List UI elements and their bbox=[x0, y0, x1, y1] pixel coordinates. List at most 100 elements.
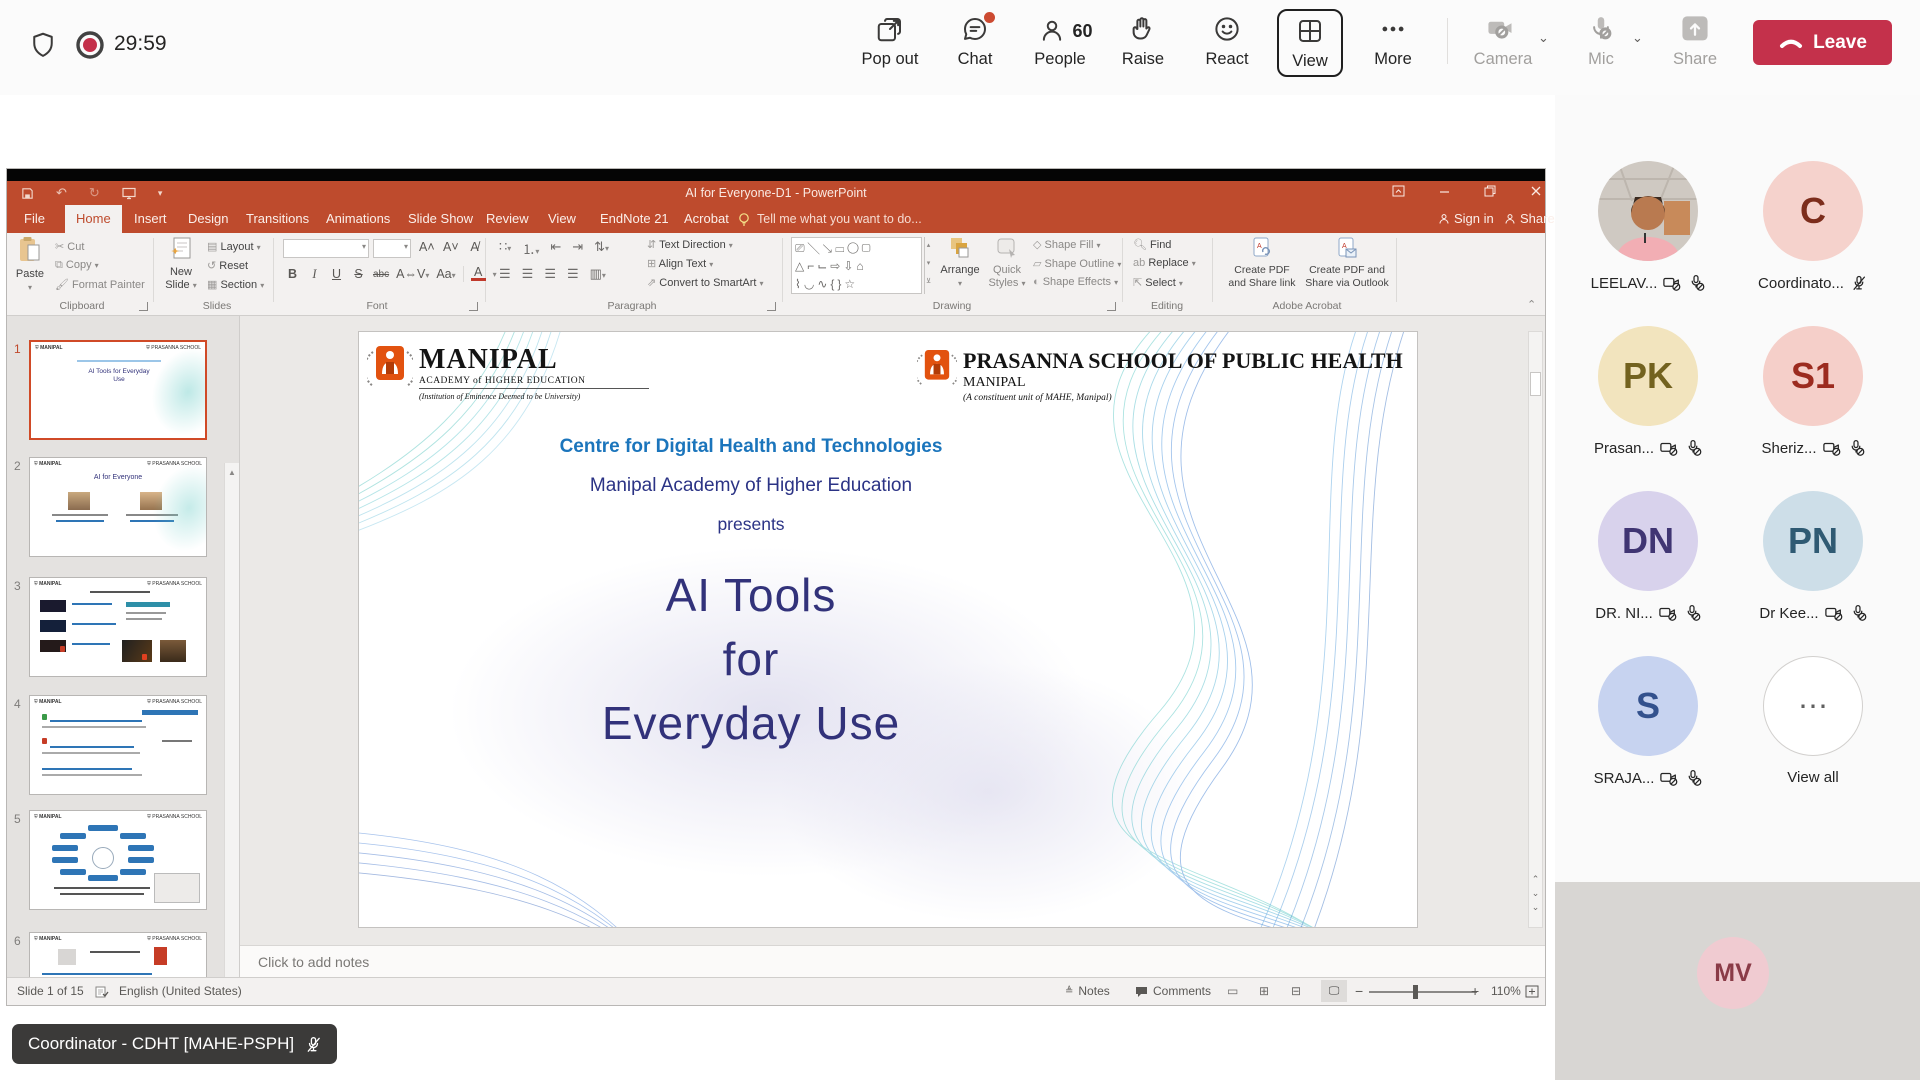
spellcheck-icon[interactable] bbox=[95, 985, 109, 998]
mic-button[interactable]: Mic bbox=[1566, 9, 1636, 81]
tell-me-box[interactable]: Tell me what you want to do... bbox=[757, 205, 922, 233]
participant-tile[interactable]: S1 Sheriz... bbox=[1743, 326, 1883, 457]
character-spacing-icon[interactable]: A⇔V▾ bbox=[396, 267, 429, 281]
zoom-slider-thumb[interactable] bbox=[1413, 985, 1418, 999]
numbering-icon[interactable]: ⒈▾ bbox=[522, 239, 539, 258]
reading-view-button[interactable]: ⊟ bbox=[1291, 978, 1301, 1005]
grow-font-icon[interactable]: A˄ bbox=[419, 240, 435, 254]
select-button[interactable]: ⇱ Select ▾ bbox=[1133, 276, 1183, 289]
shapes-gallery-scroll[interactable]: ▴▾⊻ bbox=[924, 237, 932, 294]
tab-home[interactable]: Home bbox=[65, 205, 122, 233]
smartart-button[interactable]: ⇗ Convert to SmartArt ▾ bbox=[647, 276, 764, 289]
participant-tile[interactable]: C Coordinato... bbox=[1743, 161, 1883, 292]
slide-text-block[interactable]: Centre for Digital Health and Technologi… bbox=[491, 436, 1011, 755]
local-user-tile[interactable]: MV bbox=[1555, 882, 1920, 1080]
line-spacing-icon[interactable]: ⇅▾ bbox=[594, 239, 609, 258]
slide-thumbnail-4[interactable]: ⛨ MANIPAL ⛨ PRASANNA SCHOOL bbox=[29, 695, 207, 795]
tab-file[interactable]: File bbox=[13, 205, 56, 233]
shrink-font-icon[interactable]: A˅ bbox=[443, 240, 459, 254]
previous-slide-button[interactable]: ⌃ bbox=[1529, 872, 1542, 886]
notes-toggle[interactable]: ≜Notes bbox=[1065, 978, 1110, 1005]
slide-thumbnail-5[interactable]: ⛨ MANIPAL ⛨ PRASANNA SCHOOL bbox=[29, 810, 207, 910]
increase-indent-icon[interactable]: ⇥ bbox=[572, 239, 583, 258]
scrollbar-thumb[interactable] bbox=[1530, 372, 1541, 396]
slide-vertical-scrollbar[interactable]: ⌃ ⌄ ⌄ bbox=[1528, 331, 1543, 928]
slide-thumbnail-3[interactable]: ⛨ MANIPAL ⛨ PRASANNA SCHOOL bbox=[29, 577, 207, 677]
tab-slideshow[interactable]: Slide Show bbox=[397, 205, 484, 233]
shape-fill-button[interactable]: ◇ Shape Fill ▾ bbox=[1033, 238, 1101, 251]
create-pdf-outlook-button[interactable]: A Create PDF and Share via Outlook bbox=[1303, 236, 1391, 290]
scroll-down-button[interactable]: ⌄ bbox=[1529, 900, 1542, 914]
participant-tile[interactable]: LEELAV... bbox=[1578, 161, 1718, 292]
tab-animations[interactable]: Animations bbox=[315, 205, 401, 233]
participant-tile[interactable]: S SRAJA... bbox=[1578, 656, 1718, 787]
paragraph-dialog-launcher[interactable] bbox=[767, 302, 776, 311]
slide-thumbnail-6[interactable]: ⛨ MANIPAL ⛨ PRASANNA SCHOOL bbox=[29, 932, 207, 977]
zoom-in-button[interactable]: + bbox=[1471, 978, 1479, 1005]
font-dialog-launcher[interactable] bbox=[469, 302, 478, 311]
quick-styles-button[interactable]: Quick Styles ▾ bbox=[985, 236, 1029, 290]
find-button[interactable]: 🔍︎ Find bbox=[1133, 238, 1171, 251]
paste-button[interactable]: Paste▾ bbox=[11, 236, 49, 294]
notes-pane[interactable]: Click to add notes bbox=[240, 945, 1545, 977]
clear-formatting-icon[interactable]: A̸ bbox=[467, 240, 482, 254]
layout-button[interactable]: ▤ Layout ▾ bbox=[207, 240, 261, 253]
fit-to-window-icon[interactable] bbox=[1525, 985, 1539, 998]
text-shadow-icon[interactable]: abc bbox=[373, 269, 389, 280]
popout-button[interactable]: Pop out bbox=[855, 9, 925, 81]
thumbnail-scrollbar[interactable]: ▲ ▼ bbox=[224, 463, 239, 977]
tab-acrobat[interactable]: Acrobat bbox=[673, 205, 740, 233]
columns-icon[interactable]: ▥▾ bbox=[590, 266, 606, 282]
font-name-combo[interactable] bbox=[283, 239, 369, 258]
change-case-icon[interactable]: Aa▾ bbox=[436, 267, 455, 281]
new-slide-button[interactable]: New Slide ▾ bbox=[160, 236, 202, 292]
cut-button[interactable]: ✂ Cut bbox=[55, 240, 84, 253]
ribbon-display-options-icon[interactable] bbox=[1375, 184, 1421, 202]
italic-icon[interactable]: I bbox=[307, 267, 322, 282]
more-button[interactable]: More bbox=[1358, 9, 1428, 81]
view-all-tile[interactable]: ⋯ View all bbox=[1743, 656, 1883, 786]
presenter-name-banner[interactable]: Coordinator - CDHT [MAHE-PSPH] bbox=[12, 1024, 337, 1064]
tab-endnote[interactable]: EndNote 21 bbox=[589, 205, 680, 233]
replace-button[interactable]: ab Replace ▾ bbox=[1133, 257, 1196, 269]
text-direction-button[interactable]: ⇵ Text Direction ▾ bbox=[647, 238, 733, 251]
drawing-dialog-launcher[interactable] bbox=[1107, 302, 1116, 311]
zoom-slider-track[interactable] bbox=[1369, 991, 1477, 993]
raise-hand-button[interactable]: Raise bbox=[1108, 9, 1178, 81]
slideshow-view-button[interactable]: 🖵︎ bbox=[1321, 980, 1347, 1002]
create-pdf-share-link-button[interactable]: A Create PDF and Share link bbox=[1225, 236, 1299, 290]
font-size-combo[interactable] bbox=[373, 239, 411, 258]
format-painter-button[interactable]: 🖌︎ Format Painter bbox=[55, 278, 145, 291]
align-center-icon[interactable]: ☰ bbox=[522, 266, 534, 282]
strikethrough-icon[interactable]: S bbox=[351, 267, 366, 281]
close-icon[interactable] bbox=[1513, 184, 1559, 202]
clipboard-dialog-launcher[interactable] bbox=[139, 302, 148, 311]
shape-outline-button[interactable]: ▱ Shape Outline ▾ bbox=[1033, 257, 1121, 270]
zoom-out-button[interactable]: − bbox=[1355, 978, 1363, 1005]
participant-tile[interactable]: PK Prasan... bbox=[1578, 326, 1718, 457]
align-text-button[interactable]: ⊞ Align Text ▾ bbox=[647, 257, 713, 270]
tab-review[interactable]: Review bbox=[475, 205, 540, 233]
comments-toggle[interactable]: Comments bbox=[1135, 978, 1211, 1005]
language-indicator[interactable]: English (United States) bbox=[119, 978, 242, 1005]
bold-icon[interactable]: B bbox=[285, 267, 300, 281]
decrease-indent-icon[interactable]: ⇤ bbox=[550, 239, 561, 258]
slide-sorter-view-button[interactable]: ⊞ bbox=[1259, 978, 1269, 1005]
copy-button[interactable]: ⧉ Copy ▾ bbox=[55, 259, 99, 272]
tab-transitions[interactable]: Transitions bbox=[235, 205, 320, 233]
bullets-icon[interactable]: ∷▾ bbox=[499, 239, 511, 258]
reset-button[interactable]: ↺ Reset bbox=[207, 259, 248, 272]
participant-tile[interactable]: PN Dr Kee... bbox=[1743, 491, 1883, 622]
camera-options-chevron[interactable]: ⌄ bbox=[1538, 30, 1549, 46]
underline-icon[interactable]: U bbox=[329, 267, 344, 281]
mic-options-chevron[interactable]: ⌄ bbox=[1632, 30, 1643, 46]
zoom-level[interactable]: 110% bbox=[1491, 978, 1521, 1005]
slide-thumbnail-1[interactable]: ⛨ MANIPAL ⛨ PRASANNA SCHOOL AI Tools for… bbox=[29, 340, 207, 440]
collapse-ribbon-icon[interactable]: ⌃ bbox=[1527, 298, 1536, 311]
minimize-icon[interactable] bbox=[1421, 184, 1467, 202]
slide-canvas[interactable]: MANIPAL ACADEMY of HIGHER EDUCATION (Ins… bbox=[358, 331, 1418, 928]
camera-button[interactable]: Camera bbox=[1468, 9, 1538, 81]
align-left-icon[interactable]: ☰ bbox=[499, 266, 511, 282]
shapes-gallery[interactable]: ⎚╲↘▭◯▢△⌐⌙⇨⇩⌂⌇◡∿{}☆ bbox=[791, 237, 922, 294]
arrange-button[interactable]: Arrange▾ bbox=[937, 236, 983, 290]
